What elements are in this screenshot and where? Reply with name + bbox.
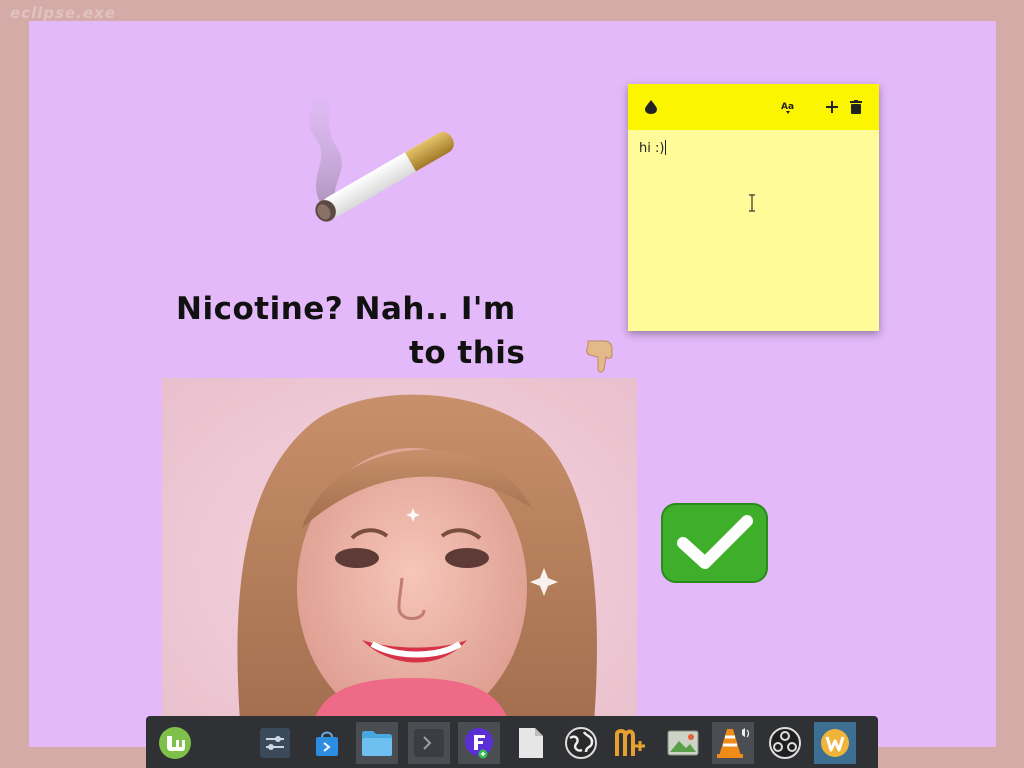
mint-menu-button[interactable] bbox=[154, 722, 196, 764]
w-logo-icon bbox=[821, 729, 849, 757]
meme-caption-line-2: to this bbox=[409, 335, 526, 371]
vlc-media-player-button[interactable] bbox=[712, 722, 754, 764]
sticky-note-text: hi :) bbox=[639, 141, 665, 156]
web-browser-button[interactable] bbox=[560, 722, 602, 764]
folder-icon bbox=[362, 731, 392, 756]
taskbar bbox=[146, 716, 878, 768]
document-icon bbox=[519, 728, 543, 758]
cigarette-image bbox=[309, 71, 454, 222]
sticky-note-toolbar: Aa bbox=[628, 84, 879, 130]
add-note-icon[interactable] bbox=[823, 98, 841, 116]
w-app-button[interactable] bbox=[814, 722, 856, 764]
sticky-note[interactable]: Aa hi :) bbox=[628, 84, 879, 331]
text-caret bbox=[665, 140, 667, 155]
ibeam-cursor-icon bbox=[749, 194, 755, 212]
globe-icon bbox=[565, 727, 597, 759]
system-settings-button[interactable] bbox=[254, 722, 296, 764]
software-manager-button[interactable] bbox=[306, 722, 348, 764]
color-drop-icon[interactable] bbox=[642, 98, 660, 116]
font-size-icon[interactable]: Aa bbox=[779, 98, 797, 116]
f-logo-icon bbox=[465, 728, 493, 759]
meme-caption-line-1: Nicotine? Nah.. I'm bbox=[176, 291, 516, 327]
obs-icon bbox=[769, 727, 801, 759]
svg-text:Aa: Aa bbox=[781, 102, 794, 112]
f-app-button[interactable] bbox=[458, 722, 500, 764]
delete-note-icon[interactable] bbox=[847, 98, 865, 116]
terminal-icon bbox=[414, 729, 444, 757]
image-viewer-button[interactable] bbox=[662, 722, 704, 764]
watermark-text: eclipse.exe bbox=[10, 4, 116, 22]
selfie-photo bbox=[162, 378, 637, 747]
check-mark-icon bbox=[661, 503, 768, 583]
text-editor-button[interactable] bbox=[510, 722, 552, 764]
traffic-cone-icon bbox=[717, 728, 750, 758]
mint-logo-icon bbox=[159, 727, 191, 759]
sticky-note-text-area[interactable]: hi :) bbox=[628, 130, 879, 331]
notes-app-button[interactable] bbox=[610, 722, 652, 764]
file-manager-button[interactable] bbox=[356, 722, 398, 764]
picture-icon bbox=[667, 730, 699, 756]
terminal-button[interactable] bbox=[408, 722, 450, 764]
obs-studio-button[interactable] bbox=[764, 722, 806, 764]
shopping-bag-icon bbox=[316, 731, 338, 756]
pointing-down-hand-icon bbox=[586, 340, 613, 373]
sliders-icon bbox=[260, 728, 290, 758]
n-plus-icon bbox=[615, 729, 645, 756]
